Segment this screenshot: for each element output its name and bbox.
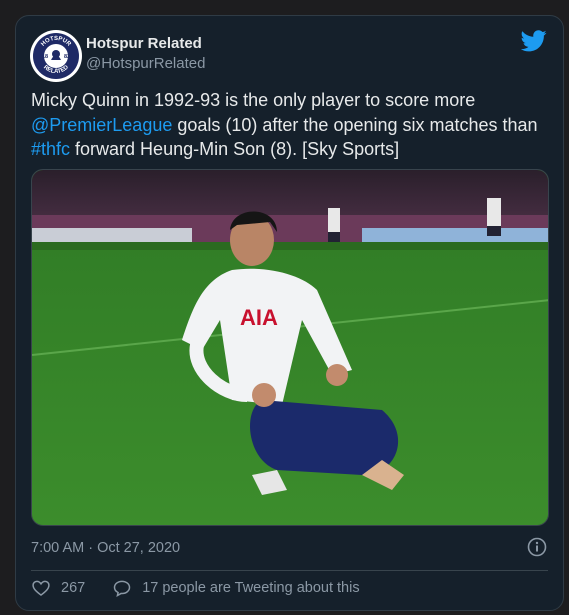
tweet-text-part: forward Heung-Min Son (8). [Sky Sports] [70, 139, 400, 159]
avatar[interactable]: HOTSPUR RELATED 18 82 [30, 30, 82, 82]
reply-action[interactable]: 17 people are Tweeting about this [112, 578, 360, 598]
tweet-text: Micky Quinn in 1992-93 is the only playe… [31, 88, 551, 162]
mention-link[interactable]: @PremierLeague [31, 115, 172, 135]
handle[interactable]: @HotspurRelated [86, 54, 205, 74]
reply-bubble-icon[interactable] [112, 578, 132, 598]
info-icon[interactable] [527, 537, 547, 557]
display-name[interactable]: Hotspur Related [86, 34, 205, 54]
like-action[interactable]: 267 [31, 578, 85, 598]
tweet-text-part: goals (10) after the opening six matches… [172, 114, 538, 135]
shirt-sponsor-text: AIA [240, 305, 278, 330]
hashtag-link[interactable]: #thfc [31, 139, 70, 159]
like-count: 267 [61, 580, 86, 596]
logo-right-number: 82 [64, 54, 70, 60]
reply-label: 17 people are Tweeting about this [142, 580, 360, 596]
tweet-card: HOTSPUR RELATED 18 82 Hotspur Related @H… [15, 15, 564, 611]
heart-icon[interactable] [31, 578, 51, 598]
tweet-timestamp[interactable]: 7:00 AM · Oct 27, 2020 [31, 538, 180, 558]
tweet-media-photo[interactable]: AIA [31, 169, 549, 526]
hotspur-related-logo: HOTSPUR RELATED 18 82 [31, 31, 81, 81]
tweet-actions: 267 17 people are Tweeting about this [31, 577, 360, 599]
logo-left-number: 18 [42, 54, 48, 60]
divider [31, 570, 548, 571]
football-celebration-photo: AIA [32, 170, 548, 525]
author-block[interactable]: Hotspur Related @HotspurRelated [86, 34, 205, 74]
twitter-bird-icon[interactable] [521, 30, 547, 52]
tweet-text-part: Micky Quinn in 1992-93 is the only playe… [31, 90, 476, 110]
